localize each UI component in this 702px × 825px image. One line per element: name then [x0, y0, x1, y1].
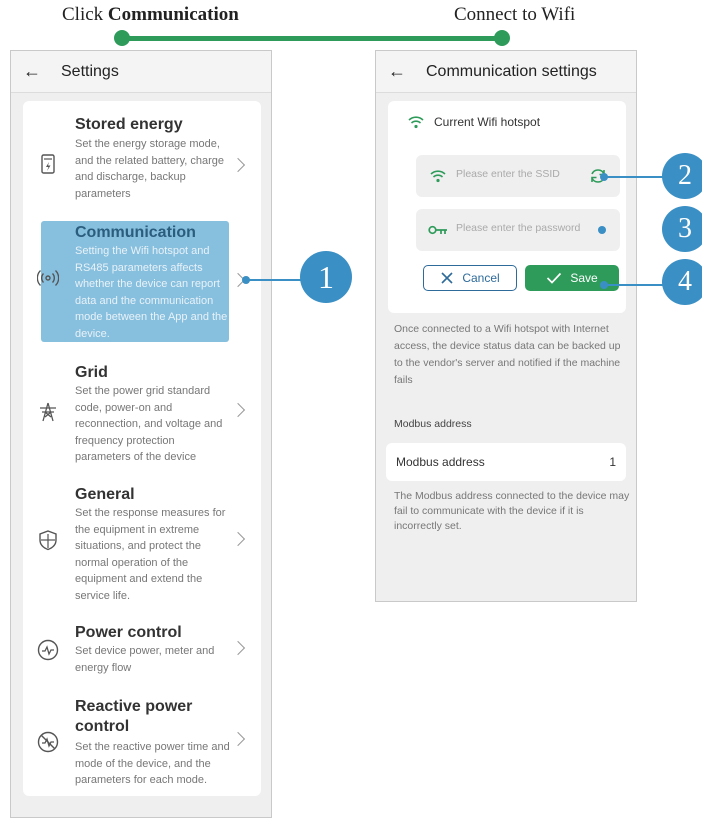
flow-step-1-label: Click Communication: [62, 4, 239, 25]
cancel-button[interactable]: Cancel: [423, 265, 517, 291]
ssid-input[interactable]: Please enter the SSID: [416, 155, 620, 197]
callout-line-4: [604, 284, 668, 286]
chevron-right-icon: [230, 402, 246, 418]
password-input[interactable]: Please enter the password: [416, 209, 620, 251]
setting-desc: Set the response measures for the equipm…: [75, 507, 226, 602]
wifi-hotspot-title: Current Wifi hotspot: [434, 115, 541, 129]
callout-line-2: [604, 176, 668, 178]
modbus-address-label: Modbus address: [396, 455, 485, 469]
communication-header: ← Communication settings: [376, 51, 636, 93]
modbus-note: The Modbus address connected to the devi…: [394, 490, 630, 532]
chevron-right-icon: [230, 157, 246, 173]
modbus-address-value: 1: [609, 455, 616, 469]
setting-title: Power control: [75, 624, 182, 641]
wifi-icon: [430, 170, 446, 183]
flow-dot-end: [494, 30, 510, 46]
page-title: Settings: [61, 62, 119, 80]
setting-title: Grid: [75, 364, 108, 381]
setting-title: Communication: [75, 224, 196, 241]
chevron-right-icon: [230, 731, 246, 747]
modbus-address-row[interactable]: Modbus address 1: [386, 443, 626, 481]
setting-desc: Set the power grid standard code, power-…: [75, 385, 223, 463]
ssid-placeholder: Please enter the SSID: [456, 168, 560, 180]
callout-number-1: 1: [300, 251, 352, 303]
setting-item-general[interactable]: General Set the response measures for th…: [23, 485, 261, 605]
flow-step-2-label: Connect to Wifi: [454, 4, 576, 25]
setting-desc: Set the reactive power time and mode of …: [75, 741, 230, 786]
callout-anchor-3: [598, 226, 606, 234]
setting-title: Reactive power control: [75, 698, 193, 735]
setting-title: Stored energy: [75, 116, 183, 133]
shield-icon: [39, 530, 57, 551]
wifi-card: Current Wifi hotspot Please enter the SS…: [388, 101, 626, 313]
communication-settings-screen: ← Communication settings Current Wifi ho…: [375, 50, 637, 602]
setting-desc: Set the energy storage mode, and the rel…: [75, 138, 225, 200]
battery-icon: [41, 154, 55, 174]
key-icon: [428, 225, 447, 235]
chevron-right-icon: [230, 531, 246, 547]
back-arrow-icon[interactable]: ←: [23, 61, 51, 82]
cancel-label: Cancel: [462, 271, 500, 285]
settings-screen: ← Settings Stored energy Set the energy …: [10, 50, 272, 818]
setting-item-reactive-power-control[interactable]: Reactive power control Set the reactive …: [23, 697, 261, 787]
setting-desc: Setting the Wifi hotspot and RS485 param…: [75, 245, 228, 340]
callout-number-2: 2: [662, 153, 702, 199]
callout-number-4: 4: [662, 259, 702, 305]
modbus-section-label: Modbus address: [394, 418, 472, 430]
settings-header: ← Settings: [11, 51, 271, 93]
chevron-right-icon: [230, 640, 246, 656]
settings-list: Stored energy Set the energy storage mod…: [23, 101, 261, 796]
back-arrow-icon[interactable]: ←: [388, 61, 416, 82]
setting-title: General: [75, 486, 135, 503]
close-icon: [441, 272, 453, 284]
wifi-icon: [408, 116, 424, 129]
page-title: Communication settings: [426, 62, 597, 80]
setting-desc: Set device power, meter and energy flow: [75, 645, 215, 674]
reactive-power-icon: [37, 731, 59, 753]
flow-connector: [122, 36, 502, 41]
setting-item-power-control[interactable]: Power control Set device power, meter an…: [23, 623, 261, 683]
setting-item-stored-energy[interactable]: Stored energy Set the energy storage mod…: [23, 115, 261, 215]
callout-number-3: 3: [662, 206, 702, 252]
power-tower-icon: [40, 402, 56, 422]
power-meter-icon: [37, 639, 59, 661]
password-placeholder: Please enter the password: [456, 222, 581, 234]
signal-icon: [37, 270, 59, 286]
wifi-info-text: Once connected to a Wifi hotspot with In…: [394, 323, 621, 386]
save-label: Save: [570, 271, 598, 285]
setting-item-grid[interactable]: Grid Set the power grid standard code, p…: [23, 363, 261, 463]
check-icon: [547, 272, 562, 284]
setting-item-communication[interactable]: Communication Setting the Wifi hotspot a…: [23, 223, 261, 341]
flow-dot-start: [114, 30, 130, 46]
